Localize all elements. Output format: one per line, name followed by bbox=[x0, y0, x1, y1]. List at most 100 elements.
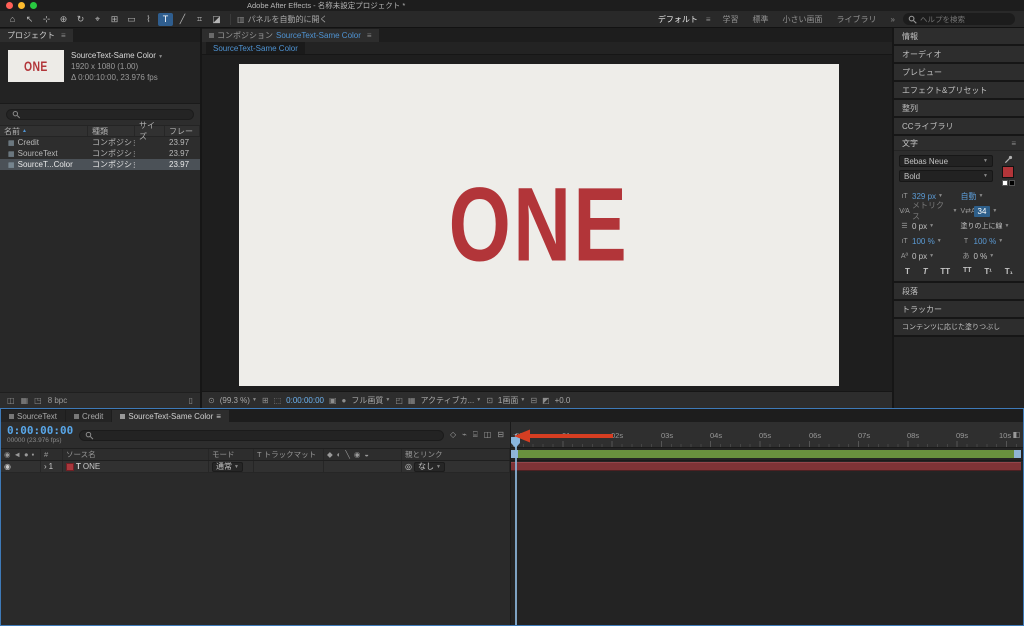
timeline-search-input[interactable] bbox=[97, 430, 438, 440]
auto-open-panels-toggle[interactable]: ▥ パネルを自動的に開く bbox=[237, 14, 328, 25]
close-window-button[interactable] bbox=[6, 2, 13, 9]
timeline-tab-credit[interactable]: Credit bbox=[66, 410, 112, 422]
workspace-small-screen[interactable]: 小さい画面 bbox=[777, 14, 829, 25]
panel-paragraph[interactable]: 段落 bbox=[894, 283, 1024, 299]
all-caps-button[interactable]: TT bbox=[940, 267, 950, 276]
resolution-select[interactable]: フル画質 ▼ bbox=[351, 395, 390, 406]
panel-menu-icon[interactable]: ≡ bbox=[367, 31, 372, 40]
home-tool-icon[interactable]: ⌂ bbox=[5, 13, 20, 26]
region-of-interest-icon[interactable]: ◰ bbox=[395, 396, 403, 405]
snapshot-camera-icon[interactable]: ▣ bbox=[329, 396, 337, 405]
footer-timecode[interactable]: 0:00:00:00 bbox=[286, 396, 324, 405]
mask-toggle-icon[interactable]: ⬚ bbox=[274, 396, 282, 405]
panel-menu-icon[interactable]: ≡ bbox=[61, 31, 66, 40]
panel-effects-presets[interactable]: エフェクト&プリセット bbox=[894, 82, 1024, 98]
fast-previews-icon[interactable]: ◩ bbox=[542, 396, 550, 405]
column-mode[interactable]: モード bbox=[209, 449, 254, 460]
parent-select[interactable]: なし ▼ bbox=[413, 461, 445, 472]
eyedropper-icon[interactable] bbox=[1004, 155, 1013, 164]
column-source-name[interactable]: ソース名 bbox=[63, 449, 209, 460]
vertical-scale-field[interactable]: ıT 100 % ▼ bbox=[899, 235, 958, 247]
workspace-learn[interactable]: 学習 bbox=[717, 14, 745, 25]
interpret-footage-icon[interactable]: ◫ bbox=[7, 396, 15, 405]
panel-preview[interactable]: プレビュー bbox=[894, 64, 1024, 80]
workspace-libraries[interactable]: ライブラリ bbox=[831, 14, 883, 25]
help-search-input[interactable] bbox=[920, 14, 1010, 24]
faux-italic-button[interactable]: T bbox=[923, 267, 928, 276]
playhead-line[interactable] bbox=[515, 434, 517, 625]
column-track-matte[interactable]: T トラックマット bbox=[254, 449, 324, 460]
orbit-camera-tool-icon[interactable]: ↻ bbox=[73, 13, 88, 26]
current-time-display[interactable]: 0:00:00:00 00000 (23.976 fps) bbox=[7, 425, 73, 445]
faux-bold-button[interactable]: T bbox=[905, 267, 910, 276]
view-layout-icon[interactable]: ⊡ bbox=[486, 396, 493, 405]
panel-tracker[interactable]: トラッカー bbox=[894, 301, 1024, 317]
frame-blending-icon[interactable]: ◫ bbox=[484, 430, 492, 440]
twirl-icon[interactable]: › bbox=[44, 462, 47, 471]
timeline-tab-sourcetext[interactable]: SourceText bbox=[1, 410, 66, 422]
workspace-standard[interactable]: 標準 bbox=[747, 14, 775, 25]
magnification-select[interactable]: (99.3 %) ▼ bbox=[220, 396, 257, 405]
fullscreen-window-button[interactable] bbox=[30, 2, 37, 9]
workspace-overflow-icon[interactable]: » bbox=[891, 15, 895, 24]
trash-icon[interactable]: ▯ bbox=[189, 396, 193, 405]
panel-menu-icon[interactable]: ≡ bbox=[1011, 139, 1016, 148]
horizontal-scale-field[interactable]: T 100 % ▼ bbox=[961, 235, 1020, 247]
panel-audio[interactable]: オーディオ bbox=[894, 46, 1024, 62]
layer-visibility-toggle[interactable]: ◉ bbox=[4, 462, 11, 471]
project-search-input[interactable] bbox=[24, 110, 188, 119]
panel-cc-libraries[interactable]: CCライブラリ bbox=[894, 118, 1024, 134]
project-row-credit[interactable]: ▦Credit コンポジション 23.97 bbox=[0, 137, 200, 148]
tab-composition[interactable]: コンポジション SourceText-Same Color ≡ bbox=[202, 29, 379, 42]
stroke-mode-select[interactable]: 塗りの上に線 ▼ bbox=[961, 220, 1020, 232]
camera-tool-icon[interactable]: ⌖ bbox=[90, 13, 105, 26]
layer-duration-bar[interactable] bbox=[511, 462, 1021, 471]
workspace-menu-icon[interactable]: ≡ bbox=[706, 15, 711, 24]
snapshot-icon[interactable]: ⊙ bbox=[208, 396, 215, 405]
pixel-aspect-icon[interactable]: ⊟ bbox=[530, 396, 537, 405]
column-frame[interactable]: フレー bbox=[165, 126, 200, 136]
minimize-window-button[interactable] bbox=[18, 2, 25, 9]
pan-behind-tool-icon[interactable]: ⊞ bbox=[107, 13, 122, 26]
viewer-tab-sourcetext-same-color[interactable]: SourceText-Same Color bbox=[206, 42, 305, 54]
pen-tool-icon[interactable]: ⌇ bbox=[141, 13, 156, 26]
camera-select[interactable]: アクティブカ... ▼ bbox=[420, 395, 481, 406]
kerning-mode-select[interactable]: 自動 ▼ bbox=[961, 190, 1020, 202]
panel-info[interactable]: 情報 bbox=[894, 28, 1024, 44]
work-area-end-handle[interactable] bbox=[1014, 450, 1021, 458]
layer-name-cell[interactable]: T ONE bbox=[63, 461, 209, 472]
layer-switches-cell[interactable] bbox=[324, 461, 402, 472]
composition-canvas[interactable]: ONE bbox=[239, 64, 839, 386]
hand-tool-icon[interactable]: ⊹ bbox=[39, 13, 54, 26]
timeline-tab-sourcetext-same-color[interactable]: SourceText-Same Color ≡ bbox=[112, 410, 229, 422]
shape-tool-icon[interactable]: ▭ bbox=[124, 13, 139, 26]
default-fill-stroke-icon[interactable] bbox=[1001, 180, 1015, 186]
column-size[interactable]: サイズ bbox=[135, 121, 165, 141]
new-composition-icon[interactable]: ◳ bbox=[34, 396, 42, 405]
exposure-value[interactable]: +0.0 bbox=[555, 396, 571, 405]
column-parent-link[interactable]: 親とリンク bbox=[402, 449, 510, 460]
column-type[interactable]: 種類 bbox=[88, 126, 135, 136]
grid-guides-icon[interactable]: ⊞ bbox=[262, 396, 269, 405]
font-family-select[interactable]: Bebas Neue ▼ bbox=[899, 155, 993, 167]
draft-3d-icon[interactable]: ⌁ bbox=[462, 430, 467, 440]
character-panel-header[interactable]: 文字 ≡ bbox=[894, 136, 1024, 151]
workspace-default[interactable]: デフォルト bbox=[652, 14, 704, 25]
column-name[interactable]: 名前 ▲ bbox=[0, 126, 88, 136]
fill-color-swatch[interactable] bbox=[1002, 166, 1014, 178]
help-search-field[interactable] bbox=[903, 13, 1015, 25]
transparency-grid-icon[interactable]: ▦ bbox=[408, 396, 416, 405]
comp-marker-button[interactable]: ◧ bbox=[1012, 430, 1020, 439]
blend-mode-select[interactable]: 通常 ▼ bbox=[212, 461, 243, 472]
layer-color-chip[interactable] bbox=[66, 462, 74, 471]
small-caps-button[interactable]: TT bbox=[963, 267, 972, 276]
work-area-bar[interactable] bbox=[511, 450, 1021, 458]
zoom-tool-icon[interactable]: ⊕ bbox=[56, 13, 71, 26]
project-search-field[interactable] bbox=[6, 109, 194, 120]
tab-project[interactable]: プロジェクト ≡ bbox=[0, 29, 73, 42]
layer-row-one[interactable]: ◉ › 1 T ONE 通常 ▼ ◎ なし ▼ bbox=[1, 461, 510, 473]
project-row-sourcetext-same-color[interactable]: ▦SourceT...Color コンポジション 23.97 bbox=[0, 159, 200, 170]
hide-shy-layers-icon[interactable]: ⌸ bbox=[473, 430, 478, 440]
tsume-field[interactable]: あ 0 % ▼ bbox=[961, 250, 1020, 262]
type-tool-icon[interactable]: T bbox=[158, 12, 173, 26]
